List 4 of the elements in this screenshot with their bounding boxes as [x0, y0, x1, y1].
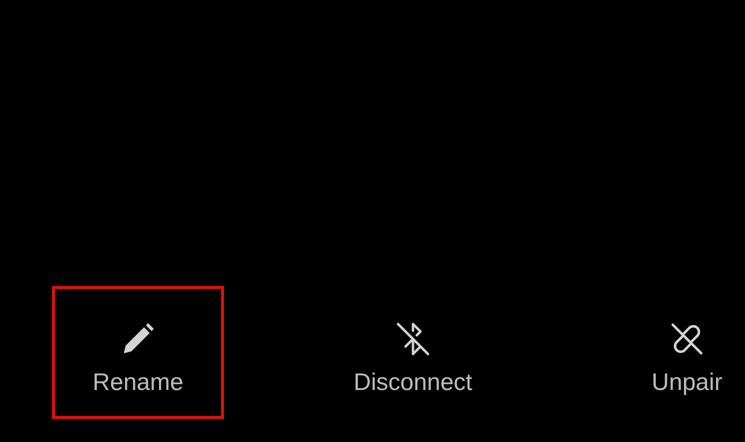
action-button[interactable]: Disconnect [327, 286, 499, 419]
action-button[interactable]: Rename [52, 286, 224, 419]
bluetooth-off-icon [395, 321, 431, 357]
action-button[interactable]: Unpair [629, 286, 745, 419]
